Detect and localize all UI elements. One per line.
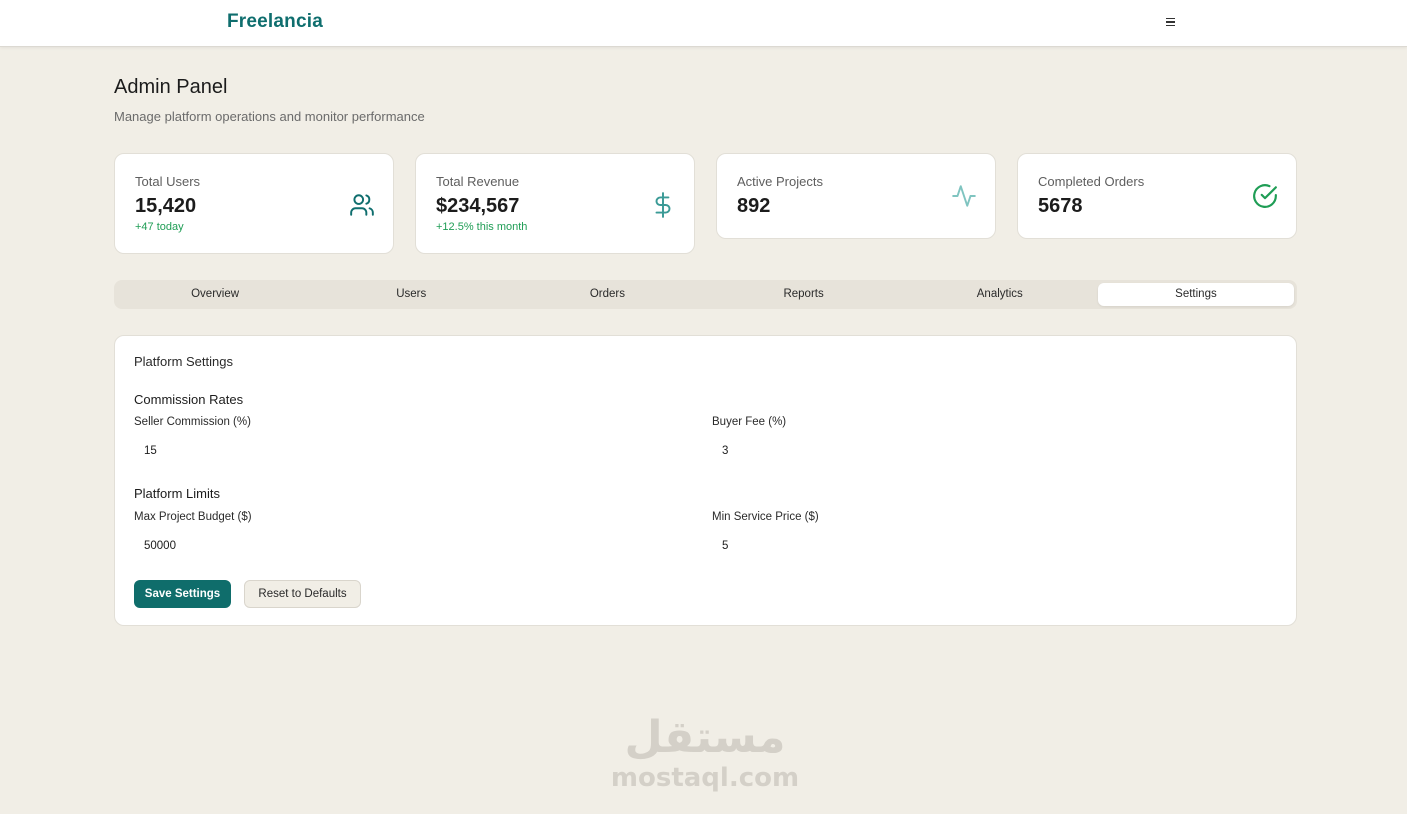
tab-orders[interactable]: Orders <box>509 283 705 306</box>
min-service-price-label: Min Service Price ($) <box>712 511 819 523</box>
tab-users[interactable]: Users <box>313 283 509 306</box>
panel-title: Platform Settings <box>134 354 233 369</box>
stat-value: $234,567 <box>436 195 520 217</box>
buyer-fee-label: Buyer Fee (%) <box>712 416 787 428</box>
users-icon <box>350 194 374 216</box>
max-project-budget-input[interactable] <box>134 533 674 559</box>
watermark-arabic: مستقل <box>624 712 786 763</box>
max-project-budget-label: Max Project Budget ($) <box>134 511 252 523</box>
admin-tabs: Overview Users Orders Reports Analytics … <box>114 280 1297 309</box>
brand-logo[interactable]: Freelancia <box>227 11 323 33</box>
section-title-commission: Commission Rates <box>134 392 244 407</box>
section-title-limits: Platform Limits <box>134 486 220 501</box>
seller-commission-input[interactable] <box>134 438 674 464</box>
stat-card-active-projects: Active Projects 892 <box>716 153 996 239</box>
check-circle-icon <box>1253 184 1277 208</box>
stat-value: 5678 <box>1038 195 1083 217</box>
page-title: Admin Panel <box>114 76 228 98</box>
save-settings-button[interactable]: Save Settings <box>134 580 231 608</box>
watermark-logo: مستقل mostaql.com <box>600 712 810 802</box>
stat-card-total-revenue: Total Revenue $234,567 +12.5% this month <box>415 153 695 254</box>
buyer-fee-input[interactable] <box>712 438 1252 464</box>
stat-card-completed-orders: Completed Orders 5678 <box>1017 153 1297 239</box>
stat-delta: +12.5% this month <box>436 221 528 233</box>
watermark-latin: mostaql.com <box>610 763 800 793</box>
tab-overview[interactable]: Overview <box>117 283 313 306</box>
stat-value: 15,420 <box>135 195 197 217</box>
hamburger-menu-icon[interactable] <box>1160 12 1180 32</box>
stat-label: Completed Orders <box>1038 174 1145 189</box>
stat-label: Active Projects <box>737 174 823 189</box>
tab-analytics[interactable]: Analytics <box>902 283 1098 306</box>
activity-icon <box>952 185 976 207</box>
stat-label: Total Users <box>135 174 201 189</box>
platform-settings-panel: Platform Settings Commission Rates Selle… <box>114 335 1297 626</box>
stat-value: 892 <box>737 195 771 217</box>
seller-commission-label: Seller Commission (%) <box>134 416 251 428</box>
stat-delta: +47 today <box>135 221 184 233</box>
reset-defaults-button[interactable]: Reset to Defaults <box>244 580 361 608</box>
dollar-icon <box>655 192 671 218</box>
stat-card-total-users: Total Users 15,420 +47 today <box>114 153 394 254</box>
tab-settings[interactable]: Settings <box>1097 283 1295 306</box>
page-subtitle: Manage platform operations and monitor p… <box>114 109 425 124</box>
top-navbar: Freelancia <box>0 0 1407 47</box>
stat-label: Total Revenue <box>436 174 520 189</box>
tab-reports[interactable]: Reports <box>706 283 902 306</box>
min-service-price-input[interactable] <box>712 533 1252 559</box>
